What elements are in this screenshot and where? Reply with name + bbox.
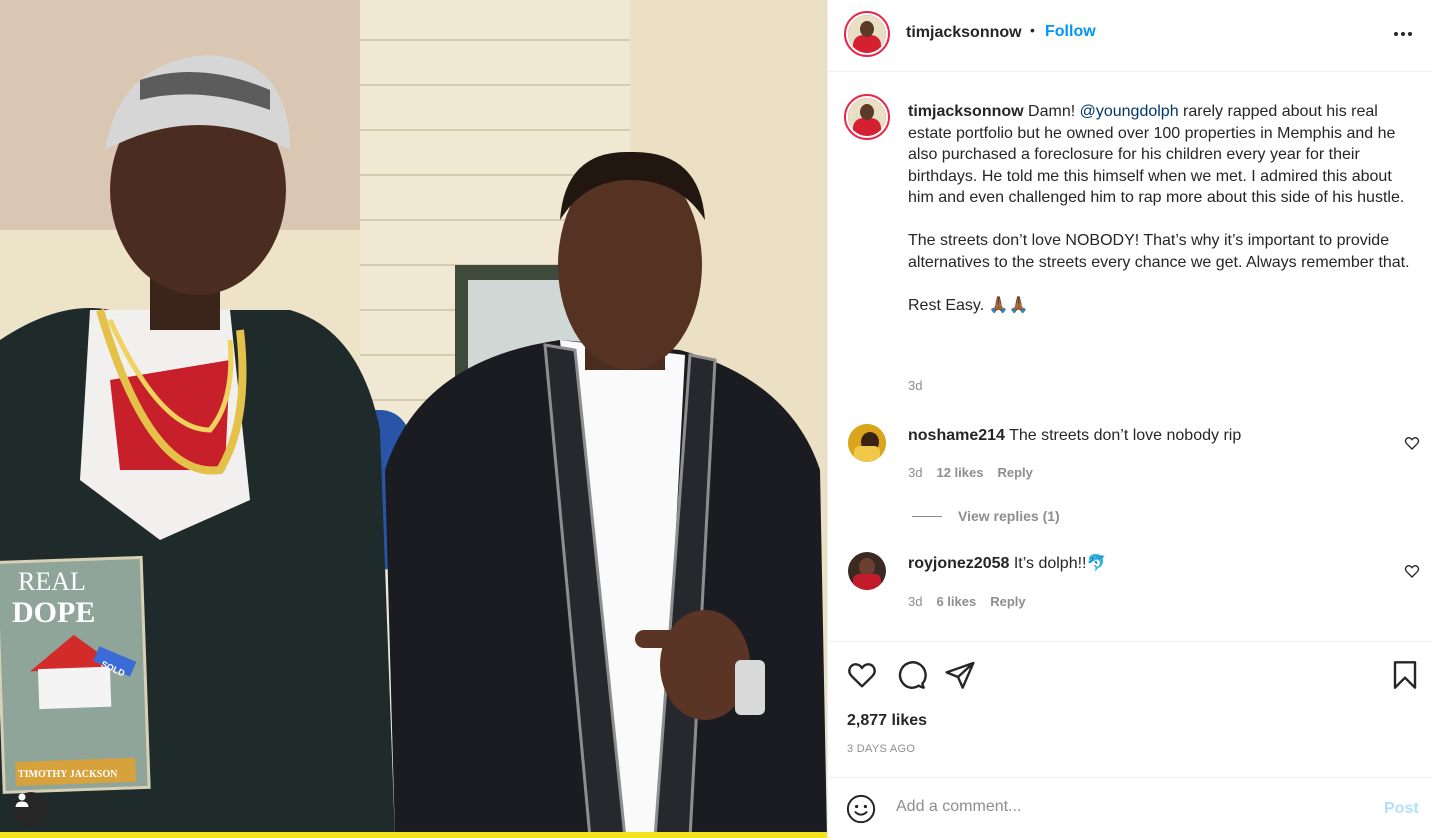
commenter-avatar[interactable] — [848, 552, 886, 590]
person-icon — [15, 793, 29, 807]
comment-time[interactable]: 3d — [908, 465, 922, 480]
book-author: TIMOTHY JACKSON — [18, 769, 118, 780]
post-comment-button[interactable]: Post — [1384, 800, 1419, 818]
book-title-line1: REAL — [18, 567, 86, 596]
comment-body: royjonez2058 It’s dolph!!🐬 — [908, 554, 1106, 574]
share-paper-plane-icon[interactable] — [944, 659, 976, 691]
comment-username[interactable]: noshame214 — [908, 427, 1005, 444]
comment-like-heart-icon[interactable] — [1404, 563, 1420, 579]
save-bookmark-icon[interactable] — [1389, 659, 1421, 691]
comment-text: The streets don’t love nobody rip — [1009, 427, 1242, 444]
comment-likes[interactable]: 6 likes — [936, 594, 976, 609]
add-comment-section: Post — [828, 777, 1432, 838]
post-header: timjacksonnow • Follow — [828, 0, 1432, 72]
post-photo[interactable]: REAL DOPE TIMOTHY JACKSON SOLD — [0, 0, 827, 838]
avatar-image — [848, 552, 886, 590]
emoji-icon[interactable] — [846, 794, 876, 824]
comment-username[interactable]: royjonez2058 — [908, 555, 1009, 572]
caption-text-start: Damn! — [1028, 103, 1080, 120]
more-options-icon[interactable] — [1390, 24, 1416, 44]
commenter-avatar[interactable] — [848, 424, 886, 462]
comment-reply-button[interactable]: Reply — [997, 465, 1032, 480]
avatar-image — [848, 424, 886, 462]
comment-meta: 3d 12 likes Reply — [908, 465, 1033, 480]
caption-paragraph-3: Rest Easy. 🙏🏾🙏🏾 — [908, 296, 1029, 314]
comment-input[interactable] — [896, 798, 1356, 816]
comment-text: It’s dolph!!🐬 — [1013, 555, 1107, 572]
comment-like-heart-icon[interactable] — [1404, 435, 1420, 451]
caption-username[interactable]: timjacksonnow — [908, 103, 1024, 120]
likes-count[interactable]: 2,877 likes — [847, 712, 927, 730]
comment-time[interactable]: 3d — [908, 594, 922, 609]
caption-time[interactable]: 3d — [908, 378, 922, 393]
follow-button[interactable]: Follow — [1045, 23, 1096, 41]
post-actions: 2,877 likes 3 DAYS AGO — [828, 641, 1432, 777]
post-timestamp[interactable]: 3 DAYS AGO — [847, 743, 915, 755]
book-title-line2: DOPE — [12, 596, 95, 629]
caption-avatar[interactable] — [844, 94, 890, 140]
tagged-people-button[interactable] — [14, 792, 48, 826]
post-caption: timjacksonnow Damn! @youngdolph rarely r… — [908, 101, 1418, 338]
photo-illustration: REAL DOPE TIMOTHY JACKSON SOLD — [0, 0, 827, 838]
comment-likes[interactable]: 12 likes — [936, 465, 983, 480]
photo-bottom-strip — [0, 832, 827, 838]
author-avatar[interactable] — [844, 11, 890, 57]
author-username[interactable]: timjacksonnow — [906, 24, 1022, 42]
comment-bubble-icon[interactable] — [895, 659, 927, 691]
separator-dot: • — [1030, 22, 1035, 38]
caption-paragraph-2: The streets don’t love NOBODY! That’s wh… — [908, 232, 1410, 271]
comment-reply-button[interactable]: Reply — [990, 594, 1025, 609]
view-replies-label: View replies (1) — [958, 508, 1060, 524]
view-replies-button[interactable]: View replies (1) — [912, 508, 1060, 524]
post-detail-panel: timjacksonnow • Follow timjacksonnow Dam… — [827, 0, 1432, 838]
like-heart-icon[interactable] — [846, 659, 878, 691]
caption-mention[interactable]: @youngdolph — [1080, 103, 1179, 120]
comment-meta: 3d 6 likes Reply — [908, 594, 1026, 609]
comment-body: noshame214 The streets don’t love nobody… — [908, 426, 1241, 446]
replies-divider — [912, 515, 942, 517]
